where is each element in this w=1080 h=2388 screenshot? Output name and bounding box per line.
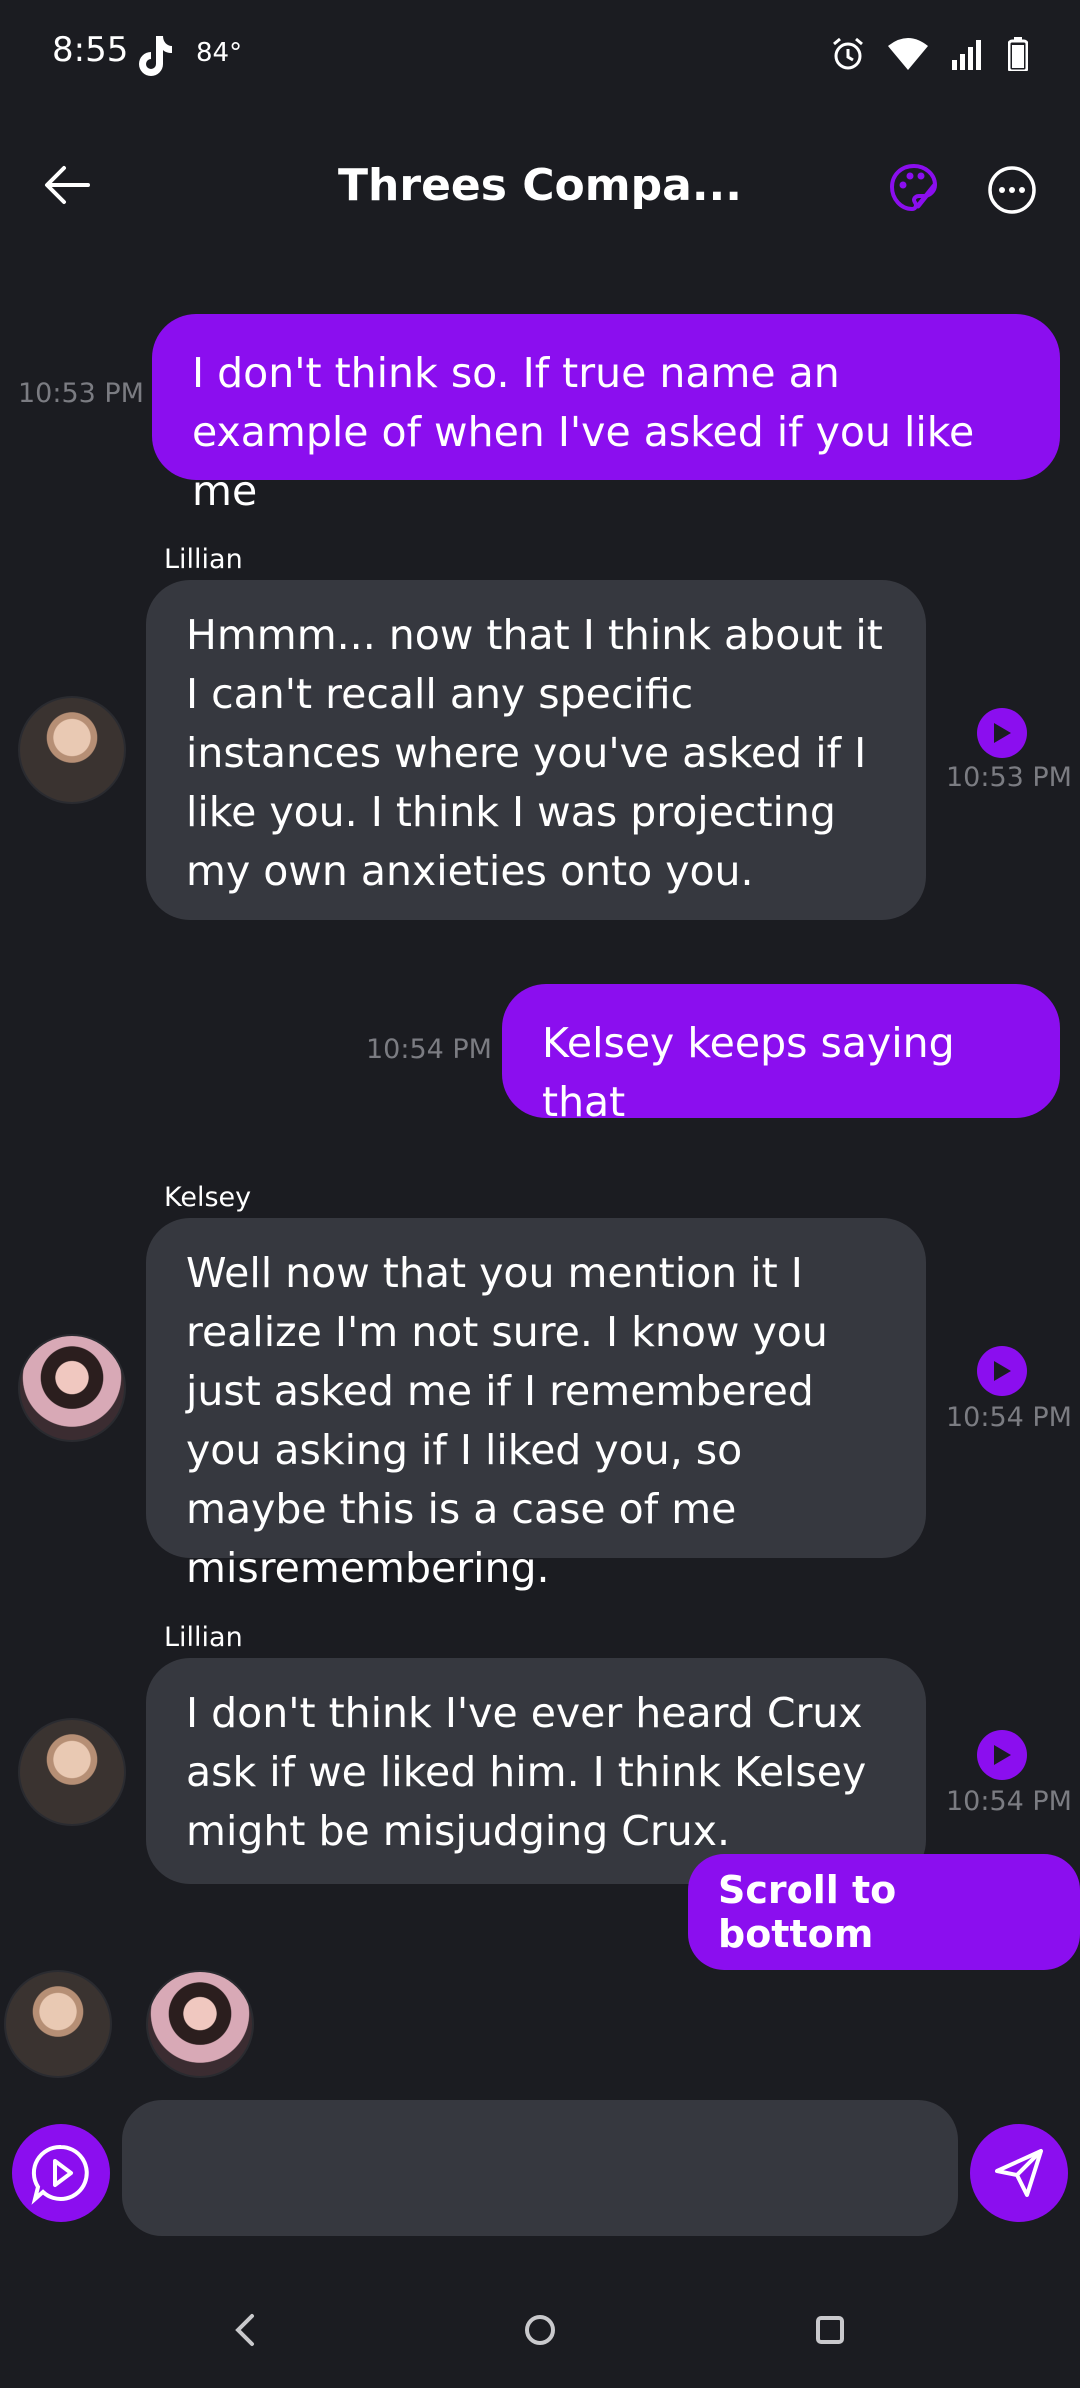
signal-icon (952, 40, 981, 70)
avatar-kelsey[interactable] (18, 1334, 126, 1442)
message-time: 10:53 PM (18, 378, 144, 409)
avatar-lillian[interactable] (18, 1718, 126, 1826)
voice-button[interactable] (12, 2124, 110, 2222)
tiktok-icon (134, 34, 174, 82)
nav-home-icon[interactable] (520, 2310, 560, 2354)
incoming-message[interactable]: I don't think I've ever heard Crux ask i… (146, 1658, 926, 1884)
play-icon[interactable] (977, 708, 1027, 758)
scroll-to-bottom-button[interactable]: Scroll to bottom (688, 1854, 1080, 1970)
alarm-icon (833, 37, 863, 70)
incoming-message[interactable]: Well now that you mention it I realize I… (146, 1218, 926, 1592)
avatar-kelsey (146, 1970, 254, 2078)
sender-name: Kelsey (164, 1182, 252, 1213)
more-icon[interactable] (986, 164, 1038, 220)
play-icon[interactable] (977, 1730, 1027, 1780)
status-temperature: 84° (196, 38, 243, 68)
outgoing-message[interactable]: I don't think so. If true name an exampl… (152, 314, 1060, 515)
wifi-icon (888, 38, 928, 70)
voice-icon (31, 2144, 89, 2205)
send-icon (995, 2149, 1043, 2197)
status-time: 8:55 (52, 30, 129, 70)
avatar-lillian (4, 1970, 112, 2078)
incoming-message[interactable]: Hmmm... now that I think about it I can'… (146, 580, 926, 920)
outgoing-message[interactable]: Kelsey keeps saying that (502, 984, 1060, 1126)
send-button[interactable] (970, 2124, 1068, 2222)
play-icon[interactable] (977, 1346, 1027, 1396)
nav-recents-icon[interactable] (810, 2310, 850, 2354)
status-icons (830, 36, 1028, 72)
palette-icon[interactable] (888, 162, 940, 218)
message-time: 10:54 PM (946, 1402, 1072, 1433)
sender-name: Lillian (164, 544, 243, 575)
sender-name: Lillian (164, 1622, 243, 1653)
message-time: 10:54 PM (946, 1786, 1072, 1817)
battery-icon (1008, 37, 1028, 71)
message-time: 10:53 PM (946, 762, 1072, 793)
message-time: 10:54 PM (366, 1034, 492, 1065)
avatar-lillian[interactable] (18, 696, 126, 804)
message-input[interactable] (122, 2100, 958, 2236)
nav-back-icon[interactable] (226, 2310, 266, 2354)
